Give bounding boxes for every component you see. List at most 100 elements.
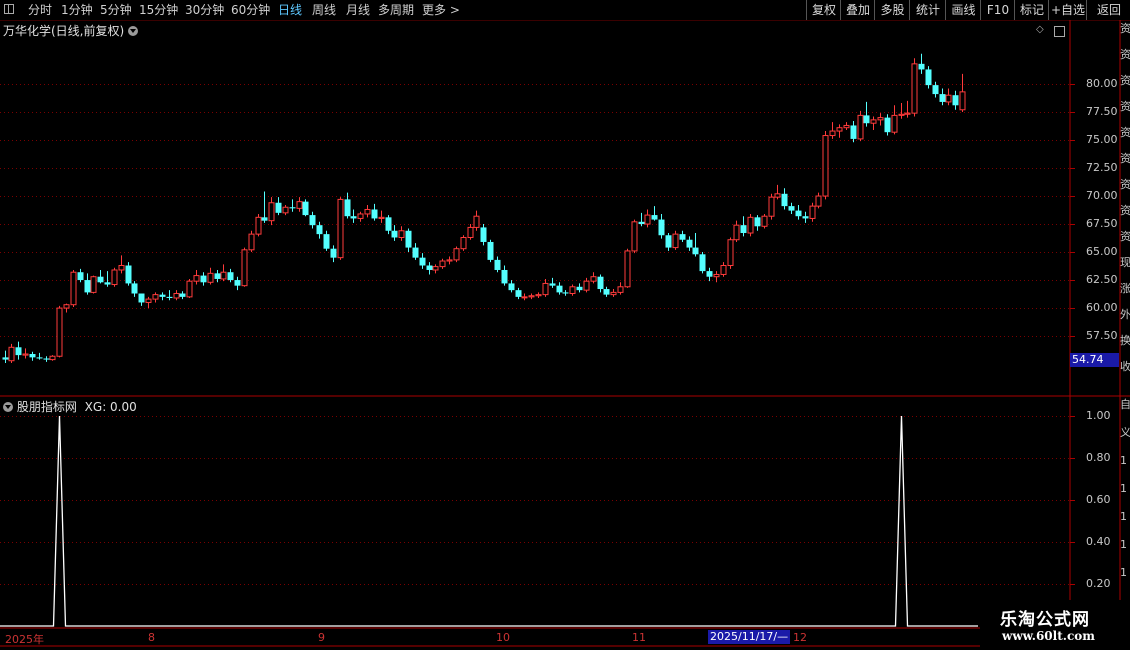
candle-body-down <box>754 217 761 227</box>
candle-body-up <box>857 114 864 140</box>
date-axis-label: 11 <box>632 631 646 644</box>
candle-body-down <box>371 209 378 219</box>
candle-body-down <box>576 286 583 291</box>
side-char: 1 <box>1120 566 1127 579</box>
candle-body-up <box>959 91 966 111</box>
side-char: 资 <box>1120 22 1130 35</box>
date-axis-label: 2025年 <box>5 633 44 646</box>
candle-body-down <box>412 247 419 258</box>
candle-body-down <box>227 272 234 281</box>
candle-body-up <box>337 198 344 259</box>
indicator-title-bar: 股朋指标网 XG: 0.00 <box>3 398 137 415</box>
candle-body-up <box>843 124 850 129</box>
indicator-xg-line <box>0 415 978 627</box>
candle-body-up <box>733 224 740 241</box>
chart-canvas[interactable] <box>0 0 1130 650</box>
side-char: 资 <box>1120 152 1130 165</box>
candle-body-up <box>528 295 535 298</box>
candle-body-down <box>781 193 788 207</box>
candle-body-down <box>952 95 959 106</box>
candle-body-up <box>624 250 631 288</box>
candle-body-up <box>774 193 781 198</box>
side-char: 资 <box>1120 100 1130 113</box>
candle-body-down <box>261 217 268 221</box>
candle-body-up <box>432 266 439 271</box>
date-axis-label: 9 <box>318 631 325 644</box>
candle-body-down <box>795 210 802 217</box>
side-char: 外 <box>1120 308 1130 321</box>
candle-body-down <box>651 215 658 220</box>
candle-body-up <box>364 208 371 215</box>
chevron-down-icon[interactable] <box>3 402 13 412</box>
side-info-strip: 资资资资资资资资资现涨外换收 <box>1120 22 1130 386</box>
candle-body-down <box>939 94 946 102</box>
candle-body-down <box>556 285 563 293</box>
indicator-title[interactable]: 股朋指标网 <box>17 400 77 414</box>
side-char: 收 <box>1120 360 1130 373</box>
candle-body-up <box>590 276 597 282</box>
candle-body-up <box>904 112 911 115</box>
side-char: 1 <box>1120 510 1127 523</box>
candle-body-down <box>350 216 357 219</box>
side-char: 资 <box>1120 230 1130 243</box>
candle-body-down <box>658 219 665 236</box>
candle-body-up <box>220 271 227 280</box>
candle-body-up <box>398 230 405 238</box>
panel-toggle-icon[interactable] <box>1054 26 1065 37</box>
candle-body-down <box>679 234 686 240</box>
candle-body-down <box>597 276 604 290</box>
candle-body-down <box>932 85 939 95</box>
candle-body-up <box>644 214 651 225</box>
candle-body-down <box>77 272 84 281</box>
candle-body-up <box>720 264 727 275</box>
candle-body-up <box>296 201 303 209</box>
side-char: 1 <box>1120 482 1127 495</box>
candle-body-down <box>562 292 569 294</box>
stock-title: 万华化学(日线,前复权) <box>3 24 125 38</box>
candle-body-down <box>549 283 556 286</box>
candle-body-down <box>480 227 487 242</box>
candle-body-down <box>405 230 412 248</box>
candle-body-up <box>747 216 754 234</box>
candle-body-up <box>460 236 467 250</box>
watermark-name: 乐淘公式网 <box>1000 610 1090 630</box>
candle-body-down <box>802 216 809 219</box>
candle-body-up <box>90 276 97 293</box>
candle-body-down <box>138 293 145 303</box>
side-char: 义 <box>1120 426 1130 439</box>
side-indicator-strip: 自义 1 1 1 1 1 <box>1120 398 1130 594</box>
candle-body-up <box>186 280 193 298</box>
candle-body-up <box>357 213 364 219</box>
diamond-icon[interactable]: ◇ <box>1036 24 1044 35</box>
candle-body-down <box>692 247 699 255</box>
candle-body-up <box>118 264 125 271</box>
candle-body-down <box>2 357 9 360</box>
candle-body-up <box>836 127 843 132</box>
candle-body-up <box>761 215 768 227</box>
candle-body-up <box>945 94 952 103</box>
candle-body-down <box>302 201 309 216</box>
candle-body-up <box>521 296 528 299</box>
date-axis-label: 8 <box>148 631 155 644</box>
candle-body-up <box>193 275 200 282</box>
chevron-down-icon[interactable] <box>128 26 139 36</box>
candle-body-down <box>706 271 713 277</box>
candle-body-down <box>15 347 22 356</box>
candle-body-up <box>49 355 56 361</box>
candle-body-up <box>56 307 63 357</box>
candle-body-down <box>344 199 351 217</box>
candle-body-down <box>391 230 398 238</box>
candle-body-down <box>309 215 316 226</box>
date-axis-label: 12 <box>793 631 807 644</box>
candle-body-up <box>446 259 453 262</box>
side-char: 资 <box>1120 204 1130 217</box>
candle-body-up <box>63 304 70 309</box>
candle-body-down <box>494 259 501 270</box>
candle-body-down <box>84 280 91 293</box>
side-char: 1 <box>1120 454 1127 467</box>
side-char: 现 <box>1120 256 1130 269</box>
candle-body-up <box>822 135 829 197</box>
current-price-tag: 54.74 <box>1070 353 1119 367</box>
candle-body-down <box>419 257 426 266</box>
candle-body-up <box>439 260 446 268</box>
